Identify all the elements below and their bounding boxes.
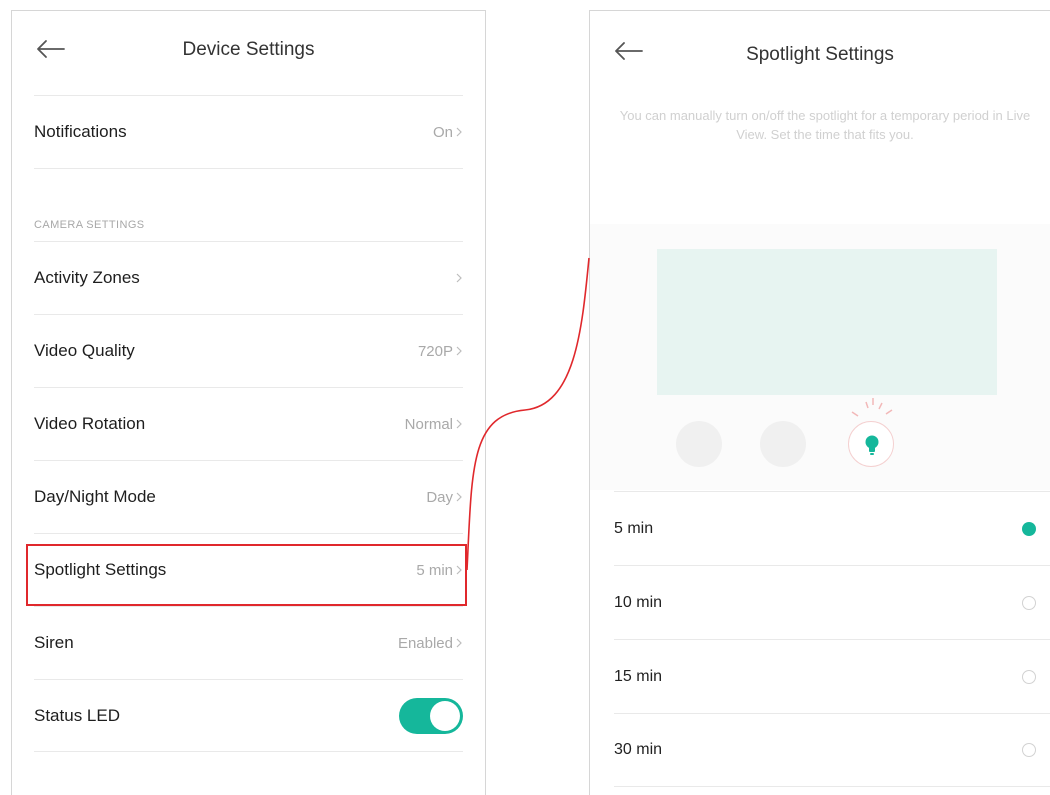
radio-selected-icon[interactable] — [1022, 521, 1036, 536]
row-label: Day/Night Mode — [34, 487, 156, 506]
device-settings-header: Device Settings — [12, 11, 485, 96]
row-value-text: Normal — [404, 415, 453, 433]
chevron-right-icon — [456, 638, 462, 648]
radio-unselected-icon[interactable] — [1022, 669, 1036, 684]
chevron-right-icon — [456, 273, 462, 283]
settings-row-spotlight-settings[interactable]: Spotlight Settings 5 min — [34, 533, 463, 606]
settings-row-status-led: Status LED — [34, 679, 463, 752]
settings-row-notifications[interactable]: Notifications On — [34, 95, 463, 168]
radio-unselected-icon[interactable] — [1022, 743, 1036, 757]
bulb-icon — [865, 435, 879, 455]
duration-options: 5 min 10 min 15 min 30 min — [614, 491, 1050, 787]
row-label: Notifications — [34, 122, 127, 141]
row-value: 5 min — [416, 562, 463, 579]
chevron-right-icon — [456, 346, 462, 356]
row-value-text: Enabled — [397, 634, 453, 652]
chevron-right-icon — [456, 127, 462, 137]
option-label: 15 min — [614, 667, 663, 685]
option-label: 5 min — [614, 519, 654, 537]
chevron-right-icon — [456, 565, 462, 575]
preview-screen — [657, 249, 997, 395]
row-value: Enabled — [398, 635, 463, 652]
row-label: Status LED — [34, 705, 120, 725]
page-title: Device Settings — [182, 39, 315, 60]
live-view-illustration — [590, 224, 1050, 490]
settings-row-activity-zones[interactable]: Activity Zones — [34, 241, 463, 314]
row-label: Spotlight Settings — [34, 560, 167, 579]
row-value: Normal — [405, 416, 463, 433]
row-label: Video Rotation — [34, 414, 146, 433]
row-value: 720P — [418, 343, 463, 360]
chevron-right-icon — [456, 492, 462, 502]
row-value-text: 720P — [417, 342, 453, 360]
stage: Device Settings Notifications On CAMERA … — [0, 0, 1050, 795]
row-value-text: Day — [426, 488, 453, 506]
row-label: Video Quality — [34, 341, 135, 360]
settings-row-day-night-mode[interactable]: Day/Night Mode Day — [34, 460, 463, 533]
status-led-toggle[interactable] — [399, 697, 463, 734]
row-value: Day — [426, 489, 463, 506]
duration-option-5-min[interactable]: 5 min — [614, 491, 1050, 565]
row-value — [453, 273, 463, 283]
toggle-knob — [430, 700, 460, 731]
duration-option-30-min[interactable]: 30 min — [614, 713, 1050, 787]
row-value: On — [433, 124, 463, 141]
spotlight-settings-screen: Spotlight Settings You can manually turn… — [589, 10, 1050, 795]
preview-control-icon — [760, 421, 806, 467]
row-value-text: On — [432, 123, 453, 141]
duration-option-10-min[interactable]: 10 min — [614, 565, 1050, 639]
option-label: 30 min — [614, 741, 663, 758]
spotlight-control-icon — [848, 421, 894, 467]
preview-control-icon — [676, 421, 722, 467]
chevron-right-icon — [456, 419, 462, 429]
page-title: Spotlight Settings — [746, 44, 894, 65]
radio-unselected-icon[interactable] — [1022, 595, 1036, 610]
device-settings-screen: Device Settings Notifications On CAMERA … — [11, 10, 486, 795]
duration-option-15-min[interactable]: 15 min — [614, 639, 1050, 713]
settings-list: Notifications On CAMERA SETTINGS Activit… — [34, 95, 463, 752]
option-label: 10 min — [614, 593, 663, 611]
section-header-camera-settings: CAMERA SETTINGS — [34, 168, 463, 241]
row-label: Activity Zones — [34, 268, 140, 287]
settings-row-siren[interactable]: Siren Enabled — [34, 606, 463, 679]
spotlight-rays-icon — [851, 398, 893, 417]
row-value-text: 5 min — [416, 561, 453, 579]
spotlight-settings-header: Spotlight Settings — [590, 11, 1050, 96]
settings-row-video-rotation[interactable]: Video Rotation Normal — [34, 387, 463, 460]
row-label: Siren — [34, 633, 74, 652]
settings-row-video-quality[interactable]: Video Quality 720P — [34, 314, 463, 387]
spotlight-description: You can manually turn on/off the spotlig… — [619, 108, 1031, 142]
